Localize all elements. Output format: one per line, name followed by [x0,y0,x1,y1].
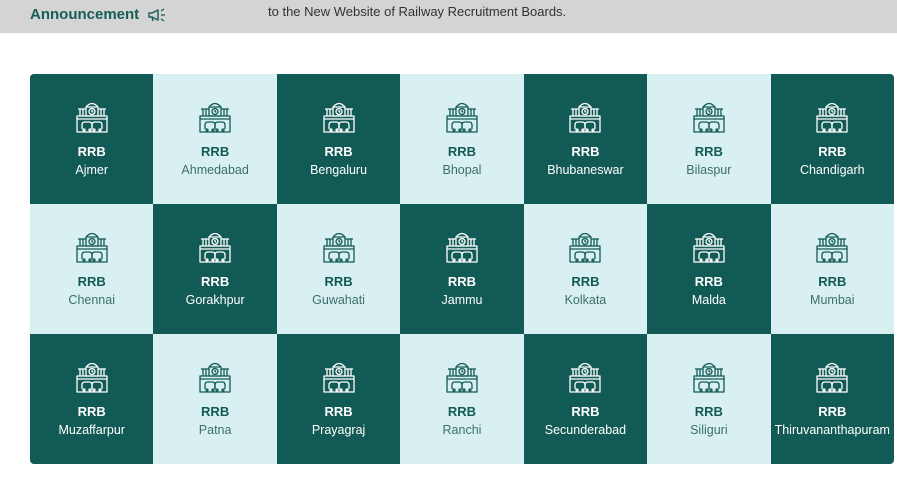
railway-station-icon [195,226,235,266]
board-prefix: RRB [818,274,847,289]
board-city: Bhopal [442,163,482,177]
board-prefix: RRB [201,274,230,289]
board-city: Chennai [68,293,115,307]
board-city: Bhubaneswar [547,163,624,177]
railway-station-icon [565,96,605,136]
board-prefix: RRB [201,404,230,419]
rrb-board-tile-chandigarh[interactable]: RRB Chandigarh [770,74,894,204]
board-city: Thiruvananthapuram [774,423,890,437]
railway-station-icon [319,226,359,266]
board-prefix: RRB [77,404,106,419]
board-prefix: RRB [447,144,477,159]
railway-station-icon [72,226,112,266]
railway-station-icon [442,356,482,396]
rrb-board-tile-ajmer[interactable]: RRB Ajmer [30,74,154,204]
board-prefix: RRB [571,404,600,419]
railway-station-icon [72,96,112,136]
megaphone-icon [147,7,169,23]
board-prefix: RRB [447,274,477,289]
rrb-board-tile-thiruvananthapuram[interactable]: RRB Thiruvananthapuram [770,334,894,464]
board-city: Prayagraj [311,423,366,437]
railway-station-icon [812,356,852,396]
rrb-board-tile-patna[interactable]: RRB Patna [153,334,277,464]
board-prefix: RRB [694,404,723,419]
board-prefix: RRB [77,274,106,289]
board-city: Mumbai [810,293,855,307]
board-prefix: RRB [447,404,477,419]
board-prefix: RRB [77,144,106,159]
railway-station-icon [812,226,852,266]
board-prefix: RRB [694,274,723,289]
railway-station-icon [442,226,482,266]
railway-station-icon [195,356,235,396]
board-prefix: RRB [201,144,230,159]
railway-station-icon [319,96,359,136]
rrb-board-tile-ranchi[interactable]: RRB Ranchi [400,334,524,464]
board-city: Secunderabad [544,423,627,437]
rrb-board-tile-chennai[interactable]: RRB Chennai [30,204,154,334]
rrb-board-tile-malda[interactable]: RRB Malda [647,204,771,334]
board-city: Kolkata [564,293,607,307]
rrb-board-tile-ahmedabad[interactable]: RRB Ahmedabad [153,74,277,204]
board-city: Siliguri [690,423,728,437]
board-city: Ahmedabad [181,163,249,177]
rrb-board-tile-mumbai[interactable]: RRB Mumbai [770,204,894,334]
board-city: Ajmer [75,163,109,177]
board-city: Gorakhpur [185,293,245,307]
board-city: Bilaspur [686,163,732,177]
railway-station-icon [689,96,729,136]
rrb-board-tile-guwahati[interactable]: RRB Guwahati [276,204,401,334]
announcement-heading: Announcement [30,6,169,23]
rrb-board-tile-prayagraj[interactable]: RRB Prayagraj [276,334,401,464]
board-city: Ranchi [442,423,482,437]
board-city: Guwahati [312,293,365,307]
railway-station-icon [812,96,852,136]
railway-station-icon [565,226,605,266]
board-prefix: RRB [324,404,353,419]
board-prefix: RRB [324,144,353,159]
announcement-title: Announcement [30,6,140,23]
rrb-board-tile-kolkata[interactable]: RRB Kolkata [523,204,648,334]
board-city: Patna [198,423,232,437]
announcement-ticker-text[interactable]: to the New Website of Railway Recruitmen… [268,4,566,19]
rrb-board-tile-bhubaneswar[interactable]: RRB Bhubaneswar [523,74,648,204]
announcement-bar: Announcement to the New Website of Railw… [0,0,897,33]
railway-station-icon [195,96,235,136]
railway-station-icon [565,356,605,396]
railway-station-icon [689,226,729,266]
rrb-board-tile-bilaspur[interactable]: RRB Bilaspur [647,74,771,204]
board-prefix: RRB [818,404,847,419]
rrb-board-tile-bhopal[interactable]: RRB Bhopal [400,74,524,204]
board-prefix: RRB [571,144,600,159]
board-city: Bengaluru [310,163,368,177]
rrb-board-tile-jammu[interactable]: RRB Jammu [400,204,524,334]
railway-station-icon [442,96,482,136]
rrb-board-tile-bengaluru[interactable]: RRB Bengaluru [276,74,401,204]
railway-station-icon [72,356,112,396]
rrb-board-grid: RRB Ajmer RRB Ahmedabad RRB Bengaluru RR… [30,74,894,464]
board-city: Malda [691,293,726,307]
board-prefix: RRB [694,144,723,159]
board-city: Chandigarh [799,163,865,177]
rrb-board-tile-muzaffarpur[interactable]: RRB Muzaffarpur [30,334,154,464]
board-prefix: RRB [324,274,353,289]
rrb-board-tile-gorakhpur[interactable]: RRB Gorakhpur [153,204,277,334]
board-city: Jammu [441,293,483,307]
board-prefix: RRB [571,274,600,289]
rrb-board-tile-secunderabad[interactable]: RRB Secunderabad [523,334,648,464]
railway-station-icon [689,356,729,396]
rrb-board-tile-siliguri[interactable]: RRB Siliguri [647,334,771,464]
railway-station-icon [319,356,359,396]
board-prefix: RRB [818,144,847,159]
board-city: Muzaffarpur [58,423,125,437]
